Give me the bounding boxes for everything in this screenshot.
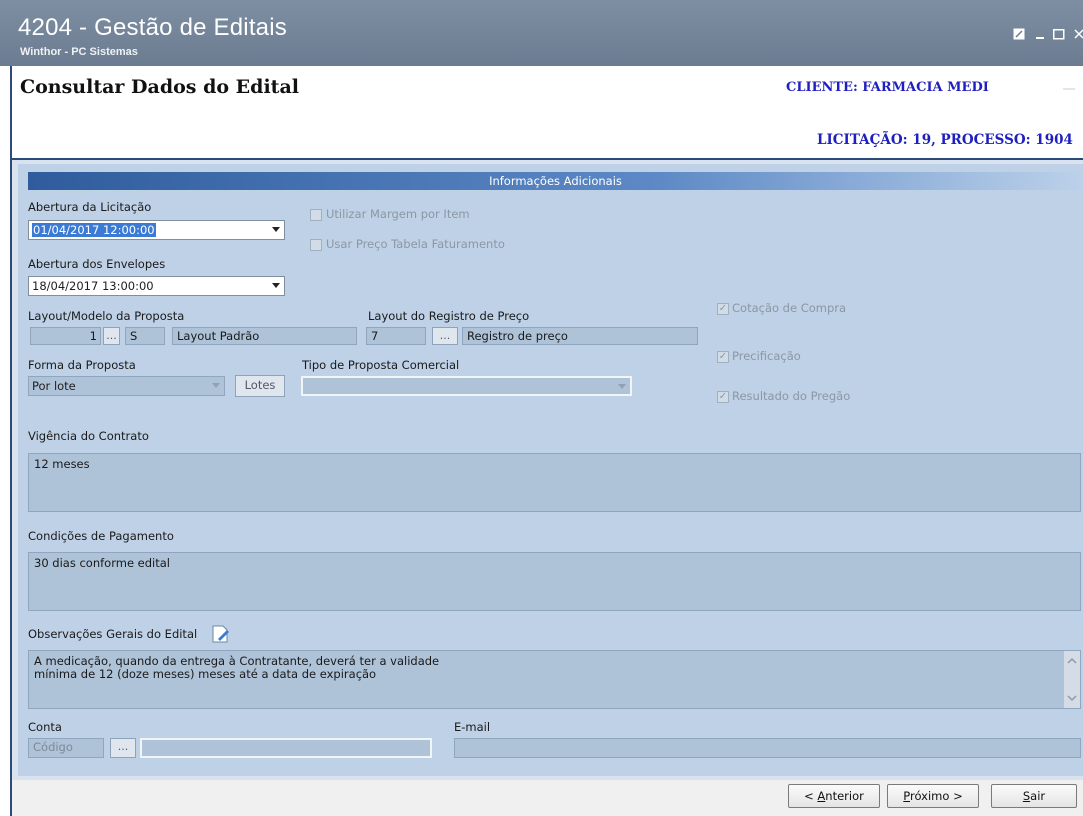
abertura-envelopes-select[interactable]: 18/04/2017 13:00:00 [28,276,285,296]
layout-modelo-search-button[interactable]: ... [103,327,120,345]
window-subtitle: Winthor - PC Sistemas [20,46,138,58]
condicoes-label: Condições de Pagamento [28,529,174,543]
tipo-proposta-label: Tipo de Proposta Comercial [302,358,460,372]
conta-label: Conta [28,720,62,734]
layout-registro-code: 7 [366,327,426,345]
layout-registro-search-button[interactable]: ... [432,327,458,345]
abertura-licitacao-select[interactable]: 01/04/2017 12:00:00 [28,220,285,240]
utilizar-margem-label: Utilizar Margem por Item [326,207,470,221]
conta-code-input[interactable]: Código [28,738,104,758]
section-header: Informações Adicionais [28,172,1083,190]
chevron-down-icon [618,384,626,389]
restore-icon[interactable] [1013,28,1025,44]
email-input[interactable] [454,738,1081,758]
layout-modelo-name: Layout Padrão [172,327,357,345]
abertura-licitacao-label: Abertura da Licitação [28,200,152,214]
layout-modelo-label: Layout/Modelo da Proposta [28,309,185,323]
window-title: 4204 - Gestão de Editais [18,14,287,41]
close-icon[interactable] [1074,28,1083,44]
proximo-mnemonic: P [903,789,911,803]
client-label: CLIENTE: FARMACIA MEDI [786,80,989,95]
precificacao-checkbox[interactable]: ✓ [717,351,729,363]
conta-name-input[interactable] [140,738,432,758]
proximo-button[interactable]: Próximo > [887,784,979,808]
forma-proposta-select[interactable]: Por lote [28,376,225,396]
condicoes-field[interactable]: 30 dias conforme edital [28,552,1081,611]
observacoes-field[interactable]: A medicação, quando da entrega à Contrat… [28,650,1081,709]
tipo-proposta-select[interactable] [301,376,632,396]
cotacao-compra-label: Cotação de Compra [732,301,847,315]
chevron-down-icon [272,227,280,232]
observacoes-scrollbar[interactable] [1064,651,1080,708]
vigencia-field[interactable]: 12 meses [28,453,1081,512]
anterior-button[interactable]: < Anterior [788,784,880,808]
page-title: Consultar Dados do Edital [20,76,299,98]
resultado-pregao-label: Resultado do Pregão [732,389,851,403]
edit-note-icon[interactable] [211,624,231,647]
cotacao-compra-checkbox[interactable]: ✓ [717,303,729,315]
abertura-envelopes-value: 18/04/2017 13:00:00 [32,279,154,293]
observacoes-label: Observações Gerais do Edital [28,627,198,641]
vigencia-label: Vigência do Contrato [28,429,149,443]
minimize-icon[interactable] [1036,28,1046,44]
licitacao-label: LICITAÇÃO: 19, PROCESSO: 1904 [817,132,1073,148]
layout-registro-name: Registro de preço [462,327,698,345]
forma-proposta-label: Forma da Proposta [28,358,136,372]
chevron-down-icon [212,383,220,388]
sair-button[interactable]: Sair [991,784,1077,808]
layout-modelo-type: S [125,327,165,345]
precificacao-label: Precificação [732,349,801,363]
anterior-rest: nterior [825,789,864,803]
email-label: E-mail [454,720,491,734]
abertura-licitacao-value: 01/04/2017 12:00:00 [32,223,156,237]
abertura-envelopes-label: Abertura dos Envelopes [28,257,166,271]
forma-proposta-value: Por lote [32,379,76,393]
proximo-rest: róximo > [910,789,963,803]
conta-search-button[interactable]: ... [110,738,136,758]
maximize-icon[interactable] [1053,28,1065,44]
usar-preco-tabela-label: Usar Preço Tabela Faturamento [326,237,505,251]
layout-registro-label: Layout do Registro de Preço [368,309,530,323]
sair-rest: air [1030,789,1046,803]
header-decoration [1063,88,1075,90]
resultado-pregao-checkbox[interactable]: ✓ [717,391,729,403]
anterior-prefix: < [804,789,818,803]
layout-modelo-code: 1 [30,327,101,345]
lotes-button[interactable]: Lotes [235,375,285,397]
chevron-down-icon [272,283,280,288]
usar-preco-tabela-checkbox[interactable] [310,239,322,251]
utilizar-margem-checkbox[interactable] [310,209,322,221]
